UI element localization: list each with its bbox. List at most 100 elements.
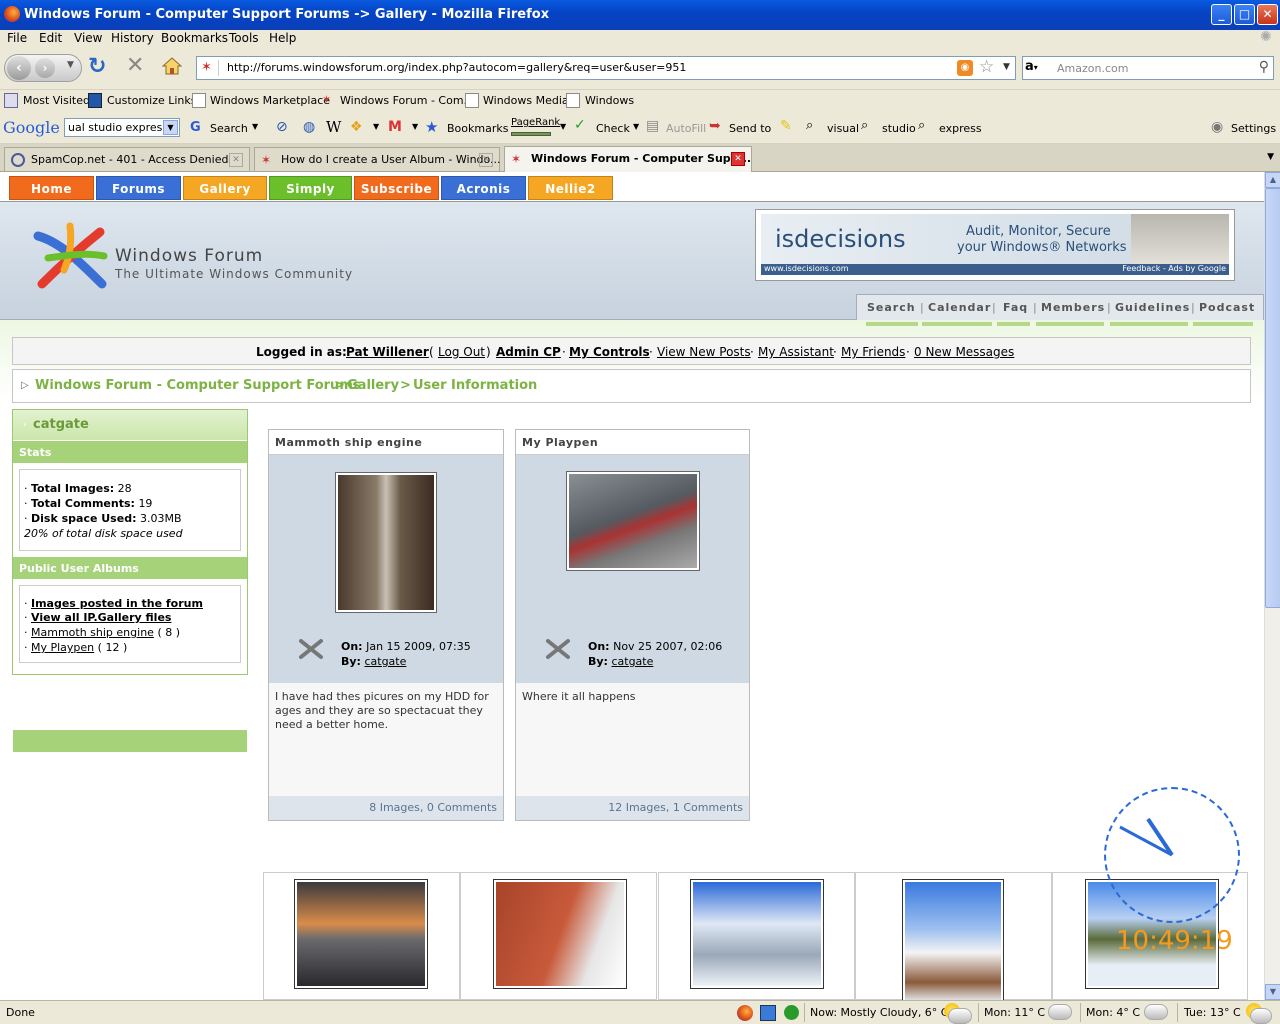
bookmark-windows-media[interactable]: Windows Media bbox=[483, 94, 569, 107]
scroll-down-icon[interactable]: ▼ bbox=[1265, 984, 1280, 1000]
subnav-search[interactable]: Search bbox=[867, 301, 916, 314]
admin-cp-link[interactable]: Admin CP bbox=[496, 345, 561, 359]
weather-tue[interactable]: Tue: 13° C bbox=[1184, 1006, 1241, 1019]
search-icon[interactable]: ⚲ bbox=[1259, 59, 1269, 75]
google-logo[interactable]: Google bbox=[3, 118, 60, 137]
search-input[interactable]: Amazon.com bbox=[1057, 62, 1128, 75]
ad-url[interactable]: www.isdecisions.com bbox=[764, 264, 849, 273]
google-check-button[interactable]: Check bbox=[596, 122, 630, 135]
gallery-thumbnail[interactable] bbox=[690, 879, 824, 989]
search-term-studio[interactable]: studio bbox=[882, 122, 916, 135]
weather-mon-2[interactable]: Mon: 4° C bbox=[1086, 1006, 1140, 1019]
site-nav-subscribe[interactable]: Subscribe bbox=[354, 176, 439, 200]
history-dropdown-icon[interactable]: ▼ bbox=[67, 60, 74, 70]
chevron-down-icon[interactable]: ▼ bbox=[633, 122, 639, 131]
tab-windows-forum[interactable]: ✶ Windows Forum - Computer Supp... ✕ bbox=[504, 146, 752, 172]
url-bar[interactable]: ✶ http://forums.windowsforum.org/index.p… bbox=[196, 56, 1016, 80]
album-link-forum-images[interactable]: · Images posted in the forum bbox=[24, 597, 203, 610]
minimize-button[interactable]: _ bbox=[1211, 4, 1232, 25]
breadcrumb-gallery[interactable]: Gallery bbox=[347, 378, 399, 393]
rss-feed-icon[interactable]: ◉ bbox=[957, 60, 973, 76]
menu-edit[interactable]: Edit bbox=[39, 31, 62, 45]
compass-icon[interactable]: ⊘ bbox=[276, 119, 288, 135]
google-search-button[interactable]: Search bbox=[210, 122, 248, 135]
windowsforum-logo[interactable] bbox=[30, 222, 110, 292]
security-status-icon[interactable] bbox=[784, 1005, 799, 1020]
google-autofill-button[interactable]: AutoFill bbox=[666, 122, 706, 135]
album-author-link[interactable]: catgate bbox=[611, 655, 653, 668]
scroll-up-icon[interactable]: ▲ bbox=[1265, 172, 1280, 188]
site-nav-gallery[interactable]: Gallery bbox=[183, 176, 267, 200]
globe-icon[interactable]: ◍ bbox=[303, 119, 315, 135]
site-nav-home[interactable]: Home bbox=[9, 176, 94, 200]
close-tab-icon[interactable]: ✕ bbox=[731, 152, 745, 166]
google-settings-button[interactable]: Settings bbox=[1231, 122, 1276, 135]
chevron-down-icon[interactable]: ▼ bbox=[373, 122, 379, 131]
view-new-posts-link[interactable]: View New Posts bbox=[657, 345, 751, 359]
album-cover-thumbnail[interactable] bbox=[566, 471, 700, 571]
google-bookmarks-button[interactable]: Bookmarks bbox=[447, 122, 508, 135]
my-controls-link[interactable]: My Controls bbox=[569, 345, 650, 359]
username-link[interactable]: Pat Willener bbox=[346, 345, 429, 359]
sync-icon[interactable] bbox=[760, 1005, 776, 1021]
album-cover-thumbnail[interactable] bbox=[335, 472, 437, 613]
menu-tools[interactable]: Tools bbox=[229, 31, 259, 45]
highlight-icon[interactable]: ✎ bbox=[780, 118, 792, 134]
logout-link[interactable]: Log Out bbox=[438, 345, 485, 359]
close-tab-icon[interactable]: ✕ bbox=[229, 153, 243, 167]
chevron-down-icon[interactable]: ▼ bbox=[163, 120, 178, 135]
subnav-members[interactable]: Members bbox=[1041, 301, 1105, 314]
clock-gadget[interactable] bbox=[1104, 787, 1240, 923]
bookmark-star-icon[interactable]: ☆ bbox=[979, 57, 994, 77]
album-link-playpen[interactable]: · My Playpen ( 12 ) bbox=[24, 641, 127, 654]
tab-spamcop[interactable]: SpamCop.net - 401 - Access Denied ✕ bbox=[4, 147, 250, 171]
my-friends-link[interactable]: My Friends bbox=[841, 345, 905, 359]
url-text[interactable]: http://forums.windowsforum.org/index.php… bbox=[227, 61, 686, 74]
menu-bookmarks[interactable]: Bookmarks bbox=[161, 31, 228, 45]
reload-button[interactable]: ↻ bbox=[88, 56, 106, 78]
subnav-podcast[interactable]: Podcast bbox=[1199, 301, 1255, 314]
bookmark-windows-marketplace[interactable]: Windows Marketplace bbox=[210, 94, 330, 107]
menu-help[interactable]: Help bbox=[269, 31, 296, 45]
maximize-button[interactable]: □ bbox=[1234, 4, 1255, 25]
tab-list-icon[interactable]: ▼ bbox=[1267, 152, 1274, 162]
ad-banner[interactable]: isdecisions Audit, Monitor, Secure your … bbox=[755, 209, 1235, 281]
search-bar[interactable]: a▾ Amazon.com ⚲ bbox=[1022, 56, 1274, 80]
site-nav-simply[interactable]: Simply bbox=[269, 176, 352, 200]
close-tab-icon[interactable]: ✕ bbox=[479, 153, 493, 167]
window-title-bar[interactable]: Windows Forum - Computer Support Forums … bbox=[0, 0, 1280, 30]
new-messages-link[interactable]: 0 New Messages bbox=[914, 345, 1014, 359]
chevron-down-icon[interactable]: ▼ bbox=[560, 122, 566, 131]
google-send-to-button[interactable]: Send to bbox=[729, 122, 771, 135]
bookmark-most-visited[interactable]: Most Visited bbox=[23, 94, 90, 107]
bookmark-customize-links[interactable]: Customize Links bbox=[107, 94, 197, 107]
chevron-down-icon[interactable]: ▼ bbox=[412, 122, 418, 131]
breadcrumb-forum[interactable]: Windows Forum - Computer Support Forums bbox=[35, 378, 361, 393]
album-title[interactable]: My Playpen bbox=[522, 436, 598, 449]
amazon-engine-icon[interactable]: a▾ bbox=[1025, 59, 1053, 77]
home-button[interactable] bbox=[162, 57, 182, 75]
subnav-faq[interactable]: Faq bbox=[1003, 301, 1028, 314]
bookmark-windows[interactable]: Windows bbox=[585, 94, 634, 107]
gallery-thumbnail[interactable] bbox=[493, 879, 627, 989]
gallery-thumbnail[interactable] bbox=[294, 879, 428, 989]
vertical-scrollbar[interactable]: ▲ ▼ bbox=[1264, 172, 1280, 1000]
gmail-icon[interactable]: M bbox=[388, 119, 402, 135]
weather-mon-1[interactable]: Mon: 11° C bbox=[984, 1006, 1045, 1019]
pagerank-label[interactable]: PageRank bbox=[511, 117, 560, 128]
collapse-triangle-icon[interactable]: ▷ bbox=[21, 380, 29, 391]
weather-now[interactable]: Now: Mostly Cloudy, 6° C bbox=[810, 1006, 948, 1019]
wikipedia-icon[interactable]: W bbox=[326, 118, 341, 136]
back-button[interactable]: ‹ bbox=[7, 56, 31, 80]
subnav-calendar[interactable]: Calendar bbox=[928, 301, 991, 314]
forward-button[interactable]: › bbox=[35, 58, 55, 78]
album-title[interactable]: Mammoth ship engine bbox=[275, 436, 422, 449]
album-link-mammoth[interactable]: · Mammoth ship engine ( 8 ) bbox=[24, 626, 180, 639]
url-dropdown-icon[interactable]: ▼ bbox=[1003, 62, 1010, 72]
stop-button[interactable]: ✕ bbox=[126, 55, 144, 77]
search-term-visual[interactable]: visual bbox=[827, 122, 859, 135]
close-button[interactable]: ✕ bbox=[1257, 4, 1278, 25]
site-nav-nellie2[interactable]: Nellie2 bbox=[528, 176, 613, 200]
site-nav-forums[interactable]: Forums bbox=[96, 176, 181, 200]
google-search-input[interactable]: ual studio express ▼ bbox=[64, 118, 180, 137]
